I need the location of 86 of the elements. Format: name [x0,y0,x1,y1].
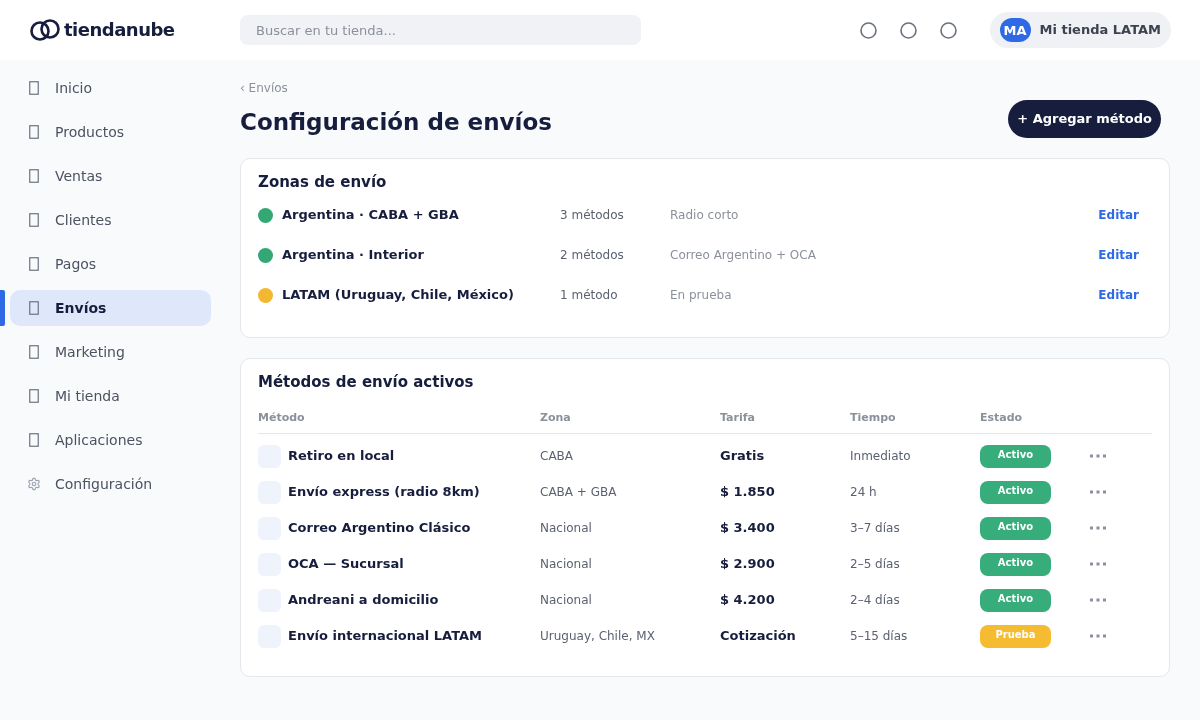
rate-cell-text: $ 3.400 [720,519,775,538]
status-badge: Activo [980,552,1051,576]
rate-cell-text: $ 1.850 [720,483,775,502]
settings-icon [27,477,41,491]
method-count: 1 método [560,287,619,304]
more-icon[interactable] [1090,490,1106,494]
zone-name: Argentina · CABA + GBA [282,206,459,225]
more-icon[interactable] [1090,634,1106,638]
table-cell-text: 3–7 días [850,520,900,537]
placeholder-glyph-icon [29,81,39,95]
rate-cell-text: $ 2.900 [720,555,775,574]
more-icon[interactable] [1090,454,1106,458]
method-name: Correo Argentino Clásico [288,519,471,538]
column-header: Método [258,410,306,427]
sidebar-item[interactable]: Envíos [10,290,211,326]
table-cell-text: CABA [540,448,574,465]
store-menu-button[interactable]: MA Mi tienda LATAM [989,12,1171,48]
table-cell-text: Nacional [540,592,592,609]
table-cell-text: Nacional [540,556,592,573]
rate-cell-text: $ 4.200 [720,591,775,610]
edit-link[interactable]: Editar [1098,206,1139,224]
zone-note: En prueba [670,287,733,304]
sidebar-item[interactable]: Marketing [10,334,211,370]
zone-note: Correo Argentino + OCA [670,247,817,264]
zone-note: Radio corto [670,207,740,224]
circle-icon[interactable] [859,21,877,39]
method-count: 2 métodos [560,247,625,264]
logo-icon [30,19,61,41]
placeholder-glyph-icon [29,433,39,447]
table-cell-text: 2–4 días [850,592,900,609]
column-header: Zona [540,410,572,427]
sidebar-item[interactable]: Ventas [10,158,211,194]
placeholder-glyph-icon [29,169,39,183]
status-badge: Activo [980,516,1051,540]
placeholder-glyph-icon [29,257,39,271]
table-cell-text: Nacional [540,520,592,537]
page-title: Configuración de envíos [240,108,552,137]
edit-link[interactable]: Editar [1098,246,1139,264]
column-header: Tiempo [850,410,897,427]
table-cell-text: 2–5 días [850,556,900,573]
zone-name: LATAM (Uruguay, Chile, México) [282,286,514,305]
sidebar-item[interactable]: Inicio [10,70,211,106]
sidebar-item[interactable]: Productos [10,114,211,150]
add-method-button[interactable]: + Agregar método [1008,100,1161,138]
sidebar-item[interactable]: Pagos [10,246,211,282]
table-cell-text: Inmediato [850,448,911,465]
placeholder-glyph-icon [29,301,39,315]
rate-cell-text: Gratis [720,447,765,466]
logo-text: tiendanube [64,21,175,39]
table-cell-text: 5–15 días [850,628,908,645]
search-field[interactable]: Buscar en tu tienda... [240,15,641,45]
more-icon[interactable] [1090,526,1106,530]
status-badge: Activo [980,480,1051,504]
circle-icon[interactable] [939,21,957,39]
method-name: Envío internacional LATAM [288,627,482,646]
method-name: Envío express (radio 8km) [288,483,480,502]
sidebar-item[interactable]: Configuración [10,466,211,502]
sidebar-item[interactable]: Mi tienda [10,378,211,414]
status-badge: Activo [980,444,1051,468]
placeholder-glyph-icon [29,125,39,139]
rate-cell-text: Cotización [720,627,796,646]
column-header: Tarifa [720,410,756,427]
more-icon[interactable] [1090,598,1106,602]
placeholder-glyph-icon [29,389,39,403]
placeholder-glyph-icon [29,345,39,359]
sidebar-item[interactable]: Aplicaciones [10,422,211,458]
table-cell-text: 24 h [850,484,877,501]
method-count: 3 métodos [560,207,625,224]
method-name: Retiro en local [288,447,395,466]
card-title: Métodos de envío activos [258,372,475,392]
method-name: OCA — Sucursal [288,555,404,574]
table-cell-text: CABA + GBA [540,484,617,501]
status-badge: Prueba [980,624,1051,648]
zone-name: Argentina · Interior [282,246,424,265]
avatar: MA [999,18,1031,42]
method-name: Andreani a domicilio [288,591,439,610]
column-header: Estado [980,410,1024,427]
edit-link[interactable]: Editar [1098,286,1139,304]
status-badge: Activo [980,588,1051,612]
more-icon[interactable] [1090,562,1106,566]
sidebar-item[interactable]: Clientes [10,202,211,238]
placeholder-glyph-icon [29,213,39,227]
circle-icon[interactable] [899,21,917,39]
table-cell-text: Uruguay, Chile, MX [540,628,655,645]
card-title: Zonas de envío [258,172,388,192]
active-indicator [0,290,5,326]
